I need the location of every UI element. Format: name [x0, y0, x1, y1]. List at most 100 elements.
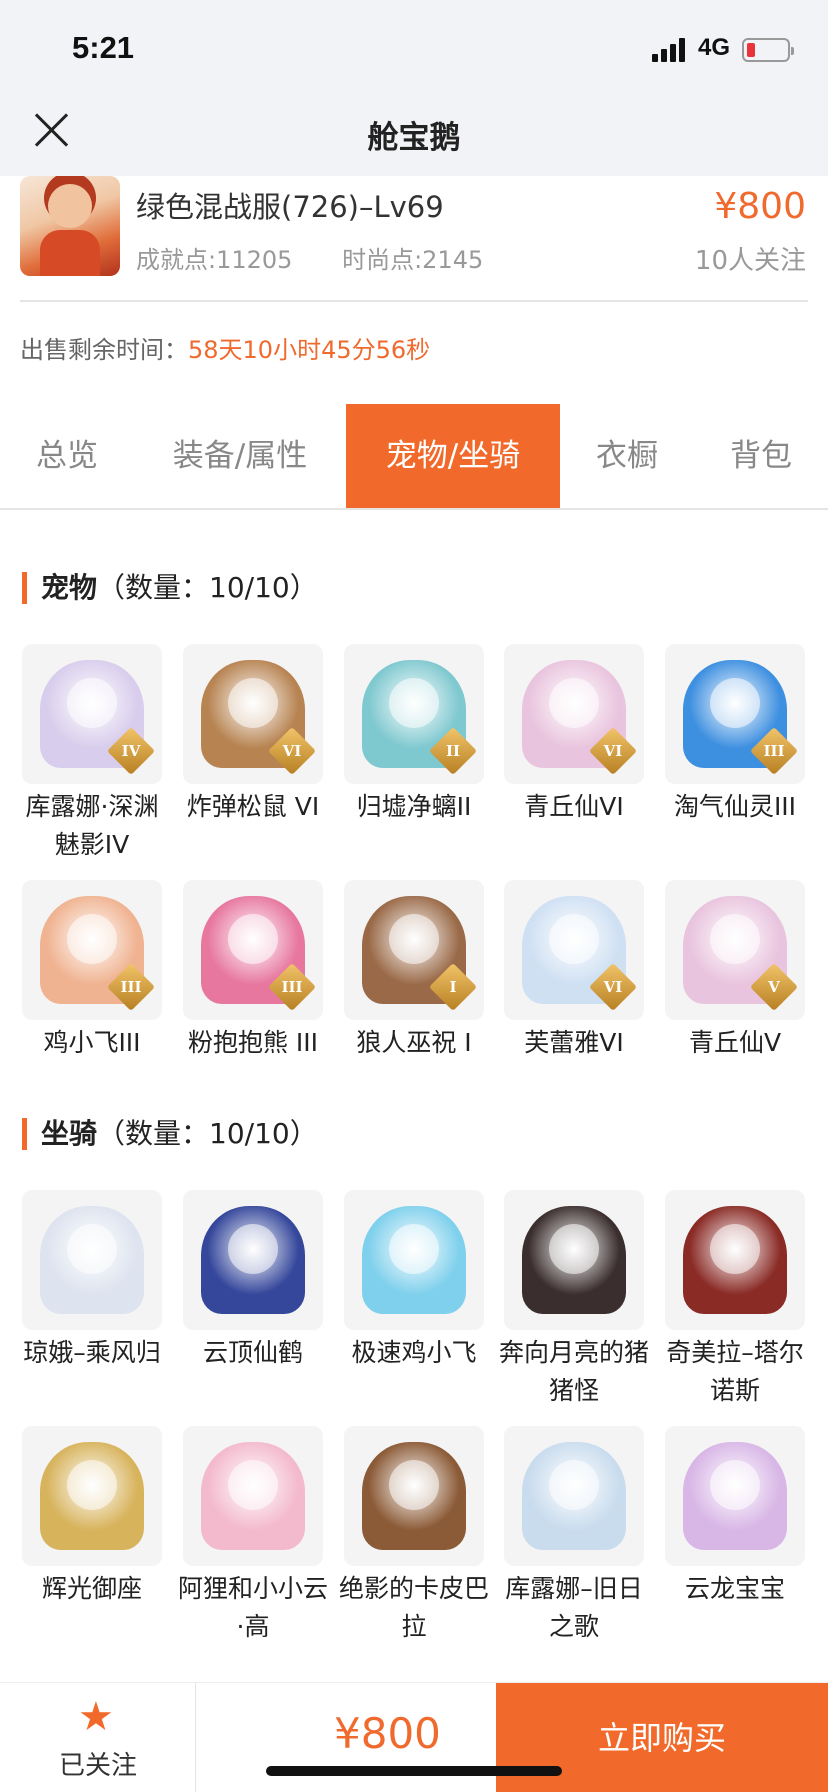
product-price: ¥800	[714, 186, 806, 227]
fashion-points: 时尚点:2145	[342, 246, 484, 274]
pet-item[interactable]: IV 库露娜·深渊魅影IV	[22, 644, 162, 864]
tab-pets-mounts[interactable]: 宠物/坐骑	[346, 404, 560, 508]
pet-name: 狼人巫祝 I	[356, 1028, 472, 1057]
mount-item[interactable]: 奇美拉–塔尔诺斯	[665, 1190, 805, 1410]
rank-badge: III	[749, 726, 799, 776]
mount-image	[22, 1190, 162, 1330]
pet-image: IV	[22, 644, 162, 784]
mounts-title: 坐骑	[41, 1117, 98, 1150]
mount-image	[183, 1426, 323, 1566]
pet-name: 鸡小飞III	[43, 1028, 141, 1057]
sale-remaining-time: 出售剩余时间：58天10小时45分56秒	[20, 330, 430, 365]
pet-name: 青丘仙V	[688, 1028, 782, 1057]
mount-name: 极速鸡小飞	[351, 1338, 477, 1367]
mount-item[interactable]: 绝影的卡皮巴拉	[339, 1426, 489, 1646]
rank-badge: VI	[588, 726, 638, 776]
mount-image	[504, 1426, 644, 1566]
mount-item[interactable]: 琼娥–乘风归	[22, 1190, 162, 1372]
rank-badge: III	[267, 962, 317, 1012]
pets-section-title: 宠物（数量：10/10）	[22, 572, 318, 604]
mount-item[interactable]: 辉光御座	[22, 1426, 162, 1608]
pet-image: V	[665, 880, 805, 1020]
divider	[20, 300, 808, 302]
pet-item[interactable]: VI 青丘仙VI	[504, 644, 644, 826]
mount-name: 库露娜–旧日之歌	[505, 1574, 643, 1641]
pet-item[interactable]: V 青丘仙V	[665, 880, 805, 1062]
signal-icon	[652, 38, 688, 62]
sale-time-label: 出售剩余时间：	[20, 336, 188, 364]
mount-item[interactable]: 奔向月亮的猪猪怪	[499, 1190, 649, 1410]
mount-name: 奔向月亮的猪猪怪	[498, 1338, 649, 1405]
pet-item[interactable]: III 鸡小飞III	[22, 880, 162, 1062]
tab-backpack[interactable]: 背包	[694, 404, 828, 508]
pet-image: III	[665, 644, 805, 784]
pet-image: VI	[504, 644, 644, 784]
pet-name: 青丘仙VI	[524, 792, 624, 821]
pet-name: 淘气仙灵III	[673, 792, 797, 821]
tab-equipment[interactable]: 装备/属性	[134, 404, 346, 508]
achievement-points: 成就点:11205	[136, 246, 293, 274]
mount-image	[665, 1190, 805, 1330]
tab-wardrobe[interactable]: 衣橱	[560, 404, 694, 508]
pets-count: （数量：10/10）	[97, 571, 318, 604]
mount-image	[504, 1190, 644, 1330]
mount-image	[665, 1426, 805, 1566]
mounts-section-title: 坐骑（数量：10/10）	[22, 1118, 318, 1150]
follower-count: 10人关注	[694, 246, 806, 276]
mount-item[interactable]: 极速鸡小飞	[344, 1190, 484, 1372]
page-title: 舱宝鹅	[367, 120, 461, 156]
pet-image: I	[344, 880, 484, 1020]
pet-image: II	[344, 644, 484, 784]
pet-image: VI	[504, 880, 644, 1020]
battery-icon	[742, 38, 794, 62]
product-name: 绿色混战服(726)–Lv69	[136, 190, 444, 224]
follow-button[interactable]: ★ 已关注	[0, 1683, 196, 1792]
pet-name: 芙蕾雅VI	[524, 1028, 624, 1057]
rank-badge: II	[428, 726, 478, 776]
mount-image	[344, 1190, 484, 1330]
mount-image	[22, 1426, 162, 1566]
pet-image: VI	[183, 644, 323, 784]
mount-image	[183, 1190, 323, 1330]
pet-name: 归墟净螭II	[356, 792, 472, 821]
pet-name: 炸弹松鼠 VI	[186, 792, 320, 821]
pet-item[interactable]: III 粉抱抱熊 III	[183, 880, 323, 1062]
rank-badge: IV	[106, 726, 156, 776]
mount-name: 绝影的卡皮巴拉	[338, 1574, 489, 1641]
pet-item[interactable]: III 淘气仙灵III	[665, 644, 805, 826]
pet-image: III	[22, 880, 162, 1020]
rank-badge: III	[106, 962, 156, 1012]
network-label: 4G	[698, 34, 731, 61]
mounts-count: （数量：10/10）	[97, 1117, 318, 1150]
tab-bar: 总览 装备/属性 宠物/坐骑 衣橱 背包	[0, 404, 828, 510]
rank-badge: I	[428, 962, 478, 1012]
pet-item[interactable]: VI 炸弹松鼠 VI	[183, 644, 323, 826]
mount-name: 辉光御座	[41, 1574, 142, 1603]
tab-overview[interactable]: 总览	[0, 404, 134, 508]
mount-item[interactable]: 阿狸和小小云·高	[178, 1426, 328, 1646]
mount-name: 琼娥–乘风归	[23, 1338, 161, 1367]
page: 5:21 4G 舱宝鹅 绿色混战服(726)–Lv69 成就点:11205 时尚…	[0, 0, 828, 1792]
sale-time-value: 58天10小时45分56秒	[188, 336, 431, 364]
rank-badge: V	[749, 962, 799, 1012]
mount-item[interactable]: 云顶仙鹤	[183, 1190, 323, 1372]
product-stats: 成就点:11205 时尚点:2145	[136, 240, 525, 275]
mount-name: 云顶仙鹤	[202, 1338, 303, 1367]
top-bar: 5:21 4G 舱宝鹅	[0, 0, 828, 176]
mount-image	[344, 1426, 484, 1566]
home-indicator	[266, 1766, 562, 1776]
star-icon: ★	[78, 1694, 114, 1740]
mount-name: 云龙宝宝	[684, 1574, 785, 1603]
character-avatar	[20, 176, 120, 276]
pet-name: 粉抱抱熊 III	[187, 1028, 319, 1057]
mount-name: 奇美拉–塔尔诺斯	[666, 1338, 804, 1405]
rank-badge: VI	[588, 962, 638, 1012]
pet-item[interactable]: VI 芙蕾雅VI	[504, 880, 644, 1062]
mount-item[interactable]: 库露娜–旧日之歌	[504, 1426, 644, 1646]
pet-item[interactable]: I 狼人巫祝 I	[344, 880, 484, 1062]
rank-badge: VI	[267, 726, 317, 776]
bottom-price: ¥800	[334, 1709, 441, 1758]
mount-item[interactable]: 云龙宝宝	[665, 1426, 805, 1608]
mount-name: 阿狸和小小云·高	[177, 1574, 328, 1641]
pet-item[interactable]: II 归墟净螭II	[344, 644, 484, 826]
